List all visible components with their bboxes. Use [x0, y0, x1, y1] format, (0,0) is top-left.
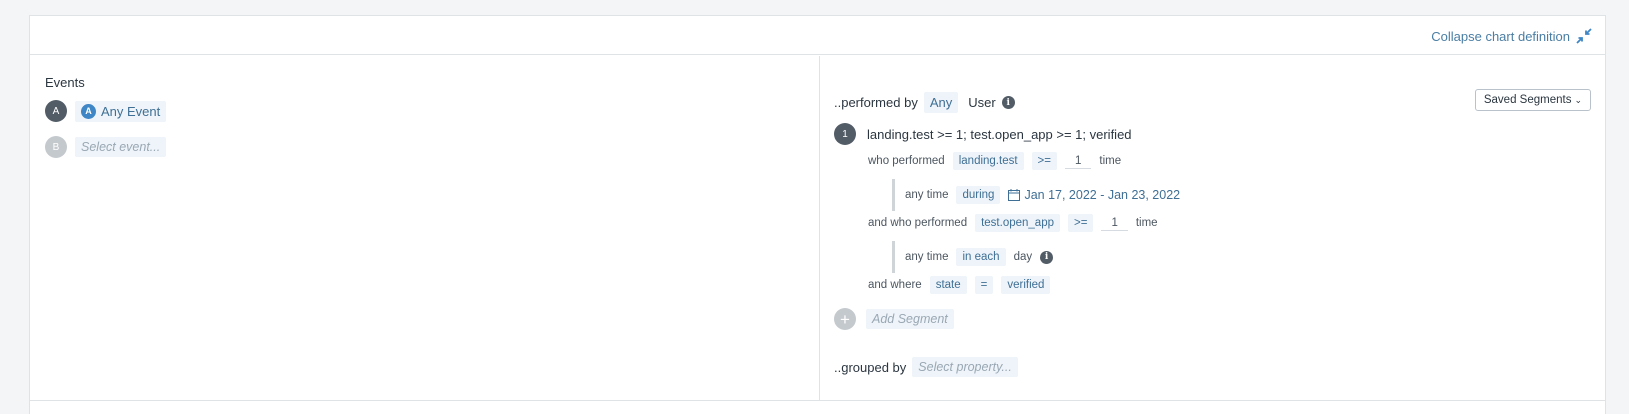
divider [30, 400, 1605, 401]
clause-suffix: time [1099, 155, 1122, 167]
any-selector[interactable]: Any [923, 92, 959, 113]
select-event-input[interactable]: Select event... [75, 137, 167, 157]
any-event-icon: A [81, 103, 96, 119]
clause-prefix: and where [868, 279, 922, 291]
chevron-down-icon: ⌄ [1574, 94, 1582, 105]
segments-pane: ..performed by Any User i Saved Segments… [820, 56, 1605, 401]
saved-segments-label: Saved Segments [1483, 94, 1572, 106]
segment-number-badge: 1 [834, 123, 856, 145]
segment-clause-1: who performed landing.test >= 1 time [868, 152, 1121, 170]
date-range-picker[interactable]: Jan 17, 2022 - Jan 23, 2022 [1008, 188, 1180, 202]
clause-count-input[interactable]: 1 [1064, 154, 1092, 169]
chart-definition-panel: Collapse chart definition Events A A Any… [29, 15, 1606, 414]
segment-clause-2: and who performed test.open_app >= 1 tim… [868, 214, 1158, 232]
clause-count-input[interactable]: 1 [1101, 216, 1128, 231]
clause-prefix: who performed [868, 155, 945, 167]
clause-prefix: and who performed [868, 217, 968, 229]
user-label: User [968, 95, 996, 110]
clause-event-selector[interactable]: landing.test [952, 152, 1024, 170]
time-prefix: any time [905, 251, 949, 263]
time-mode-selector[interactable]: during [956, 186, 1001, 204]
event-letter-badge: B [45, 136, 67, 158]
event-row-a: A A Any Event [45, 100, 167, 122]
collapse-chart-definition-button[interactable]: Collapse chart definition [1431, 28, 1592, 44]
chart-definition-header: Collapse chart definition [30, 16, 1605, 55]
event-row-b: B Select event... [45, 136, 167, 158]
clause-operator-selector[interactable]: >= [1031, 152, 1057, 170]
time-prefix: any time [905, 189, 949, 201]
property-selector[interactable]: state [929, 276, 967, 294]
time-unit: day [1013, 251, 1033, 263]
performed-by-row: ..performed by Any User i [834, 92, 1015, 113]
info-icon[interactable]: i [1040, 250, 1054, 264]
segment-clause-3: and where state = verified [868, 276, 1051, 294]
grouped-by-label: ..grouped by [834, 359, 907, 375]
event-selector-any-event[interactable]: A Any Event [75, 100, 167, 122]
collapse-arrows-icon [1576, 28, 1592, 44]
saved-segments-button[interactable]: Saved Segments ⌄ [1474, 89, 1591, 111]
events-pane: Events A A Any Event B Select event... [30, 56, 820, 401]
grouped-by-row: ..grouped by Select property... [834, 357, 1018, 377]
property-operator-selector[interactable]: = [974, 276, 994, 294]
collapse-label: Collapse chart definition [1431, 28, 1570, 44]
time-mode-selector[interactable]: in each [956, 248, 1006, 266]
segment-summary[interactable]: landing.test >= 1; test.open_app >= 1; v… [867, 127, 1132, 142]
clause-1-time-row: any time during Jan 17, 2022 - Jan 23, 2… [892, 179, 1180, 211]
add-segment-row: + Add Segment [834, 308, 954, 330]
info-icon[interactable]: i [1001, 96, 1015, 109]
property-value-selector[interactable]: verified [1001, 276, 1051, 294]
performed-by-label: ..performed by [834, 95, 918, 110]
segment-header: 1 landing.test >= 1; test.open_app >= 1;… [834, 123, 1132, 145]
add-segment-button[interactable]: Add Segment [866, 309, 954, 329]
clause-suffix: time [1135, 217, 1158, 229]
event-letter-badge: A [45, 100, 67, 122]
clause-2-time-row: any time in each day i [892, 241, 1054, 273]
plus-icon[interactable]: + [834, 308, 856, 330]
clause-operator-selector[interactable]: >= [1068, 214, 1094, 232]
date-range-label: Jan 17, 2022 - Jan 23, 2022 [1024, 188, 1181, 202]
select-property-input[interactable]: Select property... [912, 357, 1018, 377]
events-title: Events [45, 75, 85, 90]
event-label: Any Event [101, 103, 161, 119]
clause-event-selector[interactable]: test.open_app [975, 214, 1060, 232]
calendar-icon [1008, 189, 1021, 201]
